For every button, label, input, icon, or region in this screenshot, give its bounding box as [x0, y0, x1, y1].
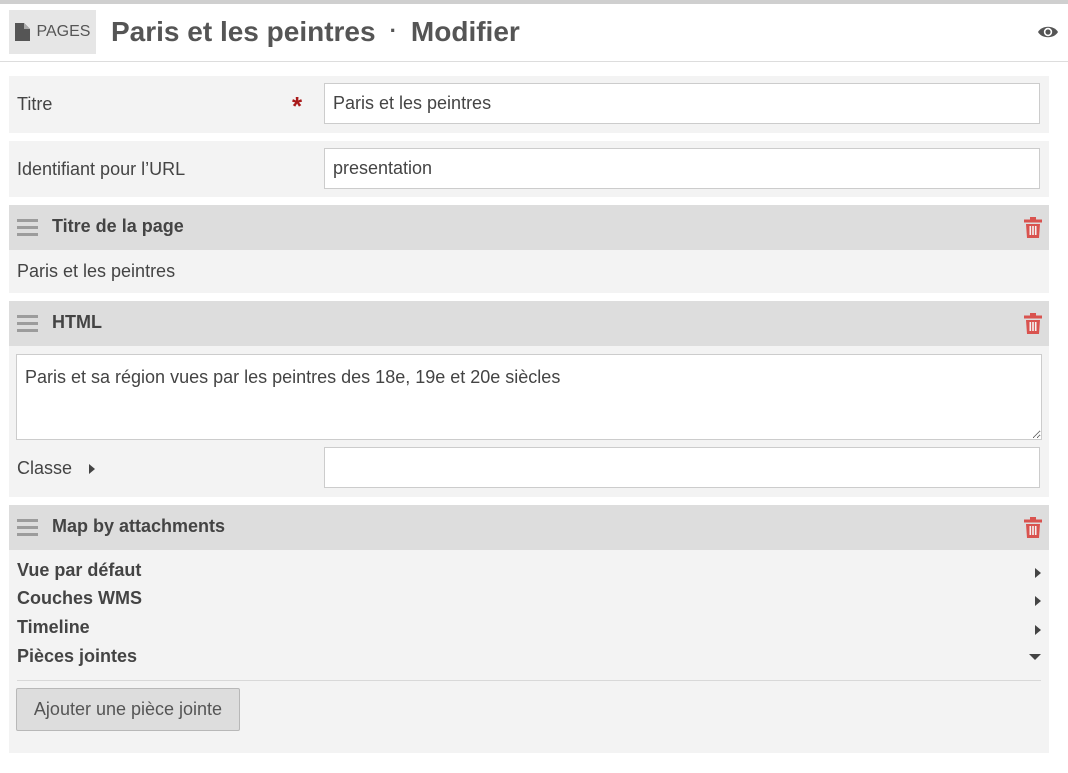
page-mode: Modifier [410, 16, 520, 47]
drag-handle-icon[interactable] [17, 315, 38, 332]
block-header-map: Map by attachments [9, 505, 1049, 550]
section-label: Timeline [17, 617, 90, 637]
title-separator: · [389, 18, 397, 43]
block-title: HTML [52, 312, 102, 332]
title-input[interactable] [324, 83, 1040, 124]
add-attachment-button[interactable]: Ajouter une pièce jointe [16, 688, 240, 731]
trash-icon[interactable] [1024, 217, 1042, 238]
section-default-view[interactable]: Vue par défaut [17, 560, 1041, 586]
caret-right-icon [1035, 625, 1041, 635]
block-body-page-title: Paris et les peintres [9, 250, 1049, 293]
block-title: Titre de la page [52, 216, 184, 236]
caret-right-icon [89, 464, 96, 474]
block-title: Map by attachments [52, 516, 226, 536]
section-timeline[interactable]: Timeline [17, 617, 1041, 643]
caret-right-icon [1035, 568, 1041, 578]
slug-field-row: Identifiant pour l’URL [9, 141, 1049, 197]
slug-input[interactable] [324, 148, 1040, 189]
section-attachments[interactable]: Pièces jointes [17, 646, 1041, 672]
page-header: PAGES Paris et les peintres · Modifier [0, 4, 1068, 62]
required-mark: * [292, 91, 303, 121]
page-name: Paris et les peintres [111, 16, 376, 47]
page-title-value: Paris et les peintres [17, 261, 176, 281]
trash-icon[interactable] [1024, 517, 1042, 538]
pages-label: PAGES [36, 23, 91, 40]
block-body-map: Vue par défaut Couches WMS Timeline Pièc… [9, 550, 1049, 753]
block-header-page-title: Titre de la page [9, 205, 1049, 250]
class-input[interactable] [324, 447, 1040, 488]
page-title: Paris et les peintres · Modifier [111, 16, 520, 48]
section-label: Vue par défaut [17, 560, 142, 580]
class-label: Classe [17, 458, 73, 478]
pages-nav-button[interactable]: PAGES [9, 10, 96, 54]
title-field-row: Titre * [9, 76, 1049, 133]
class-toggle[interactable]: Classe [17, 458, 96, 479]
eye-icon[interactable] [1037, 24, 1059, 40]
caret-down-icon [1029, 654, 1041, 660]
section-wms-layers[interactable]: Couches WMS [17, 588, 1041, 614]
caret-right-icon [1035, 596, 1041, 606]
section-divider [17, 680, 1041, 681]
drag-handle-icon[interactable] [17, 219, 38, 236]
section-label: Pièces jointes [17, 646, 138, 666]
html-content-textarea[interactable]: Paris et sa région vues par les peintres… [16, 354, 1042, 440]
document-icon [14, 23, 30, 41]
section-label: Couches WMS [17, 588, 143, 608]
title-label: Titre [17, 94, 53, 114]
slug-label: Identifiant pour l’URL [17, 159, 186, 179]
trash-icon[interactable] [1024, 313, 1042, 334]
drag-handle-icon[interactable] [17, 519, 38, 536]
block-body-html: Paris et sa région vues par les peintres… [9, 346, 1049, 497]
block-header-html: HTML [9, 301, 1049, 346]
